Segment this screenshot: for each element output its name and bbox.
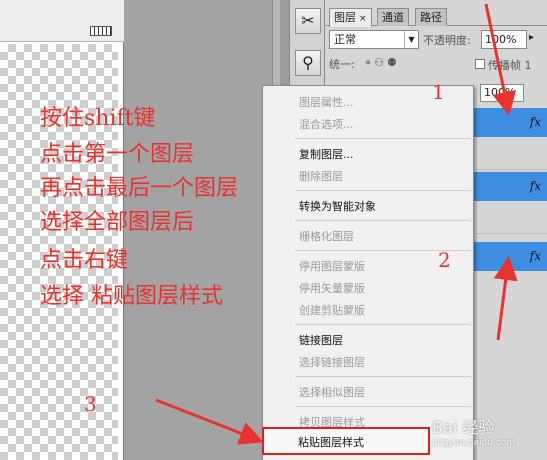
watermark-text: Bai 经验 bbox=[432, 418, 495, 437]
arrow-to-first-layer bbox=[484, 3, 517, 116]
arrow-to-last-layer bbox=[493, 256, 518, 341]
watermark-sub: jingyan.baidu.com bbox=[432, 438, 516, 448]
annotation-arrows bbox=[155, 3, 518, 445]
arrow-to-paste-style bbox=[155, 398, 264, 445]
baidu-watermark: Bai 经验 jingyan.baidu.com bbox=[432, 418, 547, 460]
